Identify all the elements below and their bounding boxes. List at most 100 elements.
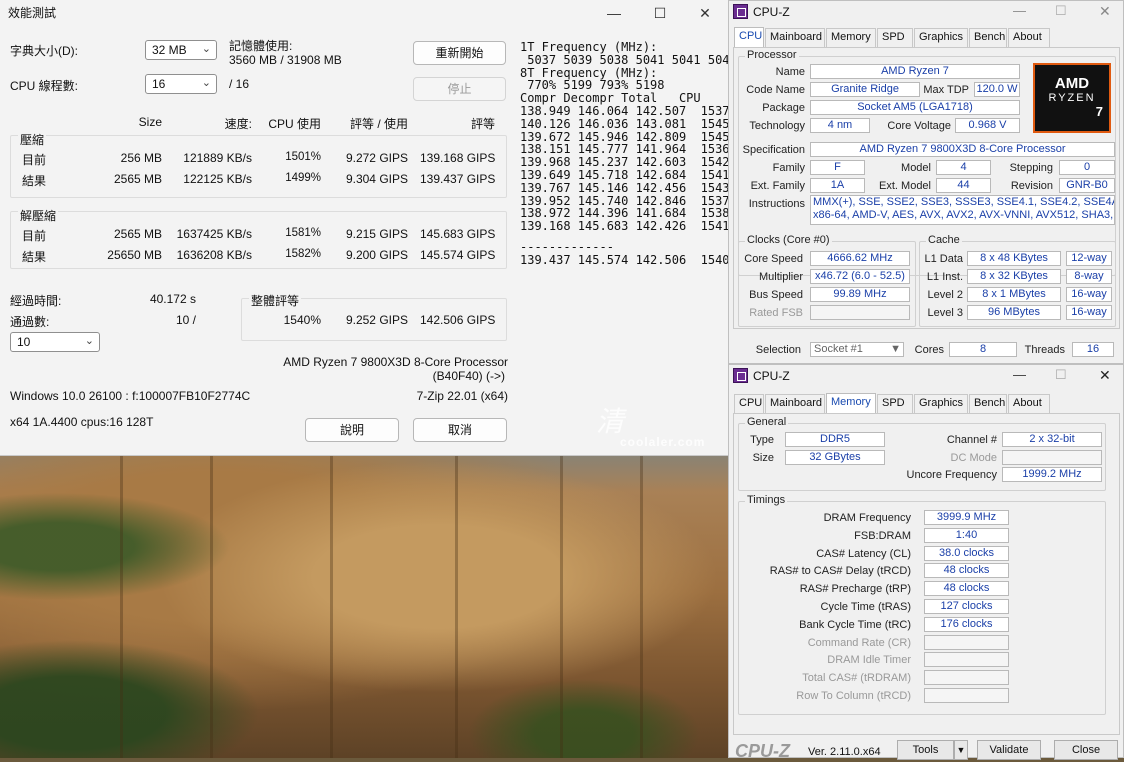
passes-value: 10 / <box>175 313 196 327</box>
timing-label: Total CAS# (tRDRAM) <box>802 672 911 685</box>
restart-button[interactable]: 重新開始 <box>413 41 506 65</box>
tab-memory[interactable]: Memory <box>826 28 876 47</box>
size-label: Size <box>752 452 774 464</box>
decompress-row-label: 目前 <box>22 229 47 243</box>
compress-row-label: 目前 <box>22 153 47 167</box>
l1i-field: 8 x 32 KBytes <box>967 269 1061 284</box>
cores-label: Cores <box>914 344 944 356</box>
passes-combo-value: 10 <box>17 335 31 349</box>
compress-row-label: 結果 <box>22 174 47 188</box>
threads-combo[interactable]: 16 ⌄ <box>145 74 217 94</box>
name-field: AMD Ryzen 7 <box>810 64 1020 79</box>
ratedfsb-label: Rated FSB <box>749 307 803 319</box>
busspeed-field: 99.89 MHz <box>810 287 910 302</box>
timing-value: 3999.9 MHz <box>924 510 1009 525</box>
compress-rating-cell: 139.437 GIPS <box>420 172 496 186</box>
corevoltage-field: 0.968 V <box>955 118 1020 133</box>
close-app-button[interactable]: Close <box>1054 740 1118 760</box>
package-label: Package <box>762 102 805 114</box>
benchmark-window: 效能測試 — ☐ ✕ 字典大小(D): 32 MB ⌄ CPU 線程數: 16 ⌄ … <box>0 0 773 456</box>
cpu-name: AMD Ryzen 7 9800X3D 8-Core Processor <box>283 355 508 369</box>
timing-value <box>924 652 1009 668</box>
model-field: 4 <box>936 160 991 175</box>
compress-speed-cell: 122125 KB/s <box>183 172 252 186</box>
tab-cpu[interactable]: CPU <box>734 394 764 413</box>
minimize-button[interactable]: — <box>1013 3 1026 18</box>
cpu-id: (B40F40) (->) <box>432 369 505 383</box>
decompress-speed-cell: 1636208 KB/s <box>176 248 252 262</box>
chevron-down-icon: ▼ <box>890 343 901 355</box>
compress-label: 壓縮 <box>18 131 47 148</box>
cancel-button[interactable]: 取消 <box>413 418 507 442</box>
size-field: 32 GBytes <box>785 450 885 465</box>
passes-combo[interactable]: 10 ⌄ <box>10 332 100 352</box>
elapsed-label: 經過時間: <box>10 294 62 308</box>
busspeed-label: Bus Speed <box>749 289 803 301</box>
family-field: F <box>810 160 865 175</box>
chevron-down-icon: ⌄ <box>201 43 211 55</box>
channel-label: Channel # <box>946 434 997 446</box>
type-field: DDR5 <box>785 432 885 447</box>
dcmode-label: DC Mode <box>950 452 997 464</box>
watermark-text: coolaler.com <box>620 435 706 449</box>
maximize-button[interactable]: ☐ <box>638 2 682 24</box>
timing-value: 48 clocks <box>924 563 1009 579</box>
timing-label: Cycle Time (tRAS) <box>820 601 911 613</box>
tab-about[interactable]: About <box>1008 28 1050 47</box>
model-label: Model <box>901 162 931 174</box>
tab-bench[interactable]: Bench <box>969 394 1007 413</box>
validate-button[interactable]: Validate <box>977 740 1041 760</box>
l1i-way: 8-way <box>1066 269 1112 284</box>
cpuz-titlebar: CPU-Z — ☐ ✕ <box>729 365 1123 387</box>
tab-spd[interactable]: SPD <box>877 394 913 413</box>
timing-value <box>924 634 1009 650</box>
compress-rpu-cell: 9.304 GIPS <box>345 172 408 186</box>
cpuz-app-icon <box>733 4 748 19</box>
close-button[interactable]: ✕ <box>1099 367 1111 384</box>
total-rpu: 9.252 GIPS <box>345 313 408 327</box>
timing-label: CAS# Latency (CL) <box>816 547 911 560</box>
decompress-size-cell: 2565 MB <box>113 227 162 241</box>
tools-button[interactable]: Tools <box>897 740 954 760</box>
instructions-line-2: x86-64, AMD-V, AES, AVX, AVX2, AVX-VNNI,… <box>813 209 1114 221</box>
technology-label: Technology <box>749 120 805 132</box>
close-button[interactable]: ✕ <box>1099 3 1111 20</box>
selection-label: Selection <box>755 344 801 356</box>
help-button[interactable]: 說明 <box>305 418 399 442</box>
os-info: Windows 10.0 26100 : f:100007FB10F2774C <box>10 389 251 403</box>
tab-about[interactable]: About <box>1008 394 1050 413</box>
maximize-button[interactable]: ☐ <box>1055 367 1067 383</box>
minimize-button[interactable]: — <box>1013 367 1026 382</box>
close-button[interactable]: ✕ <box>683 2 727 24</box>
timing-label: RAS# to CAS# Delay (tRCD) <box>769 565 911 578</box>
l1d-field: 8 x 48 KBytes <box>967 251 1061 266</box>
cpuz-title: CPU-Z <box>753 5 790 19</box>
l1i-label: L1 Inst. <box>926 271 963 283</box>
log-line: 139.168 145.683 142.426 1541% <box>520 219 737 234</box>
tab-mainboard[interactable]: Mainboard <box>765 394 825 413</box>
tab-spd[interactable]: SPD <box>877 28 913 47</box>
logo-series: RYZEN <box>1048 92 1096 104</box>
dict-size-combo[interactable]: 32 MB ⌄ <box>145 40 217 60</box>
chevron-down-icon: ⌄ <box>84 335 94 347</box>
ratedfsb-field <box>810 305 910 320</box>
clocks-group-label: Clocks (Core #0) <box>745 234 832 246</box>
memory-usage-label: 記憶體使用: <box>229 39 293 53</box>
tab-mainboard[interactable]: Mainboard <box>765 28 825 47</box>
tab-cpu[interactable]: CPU <box>734 27 764 48</box>
tab-memory[interactable]: Memory <box>826 393 876 414</box>
tab-graphics[interactable]: Graphics <box>914 394 968 413</box>
cache-group-label: Cache <box>926 234 962 246</box>
elapsed-value: 40.172 s <box>149 292 196 306</box>
minimize-button[interactable]: — <box>592 2 636 24</box>
tab-bench[interactable]: Bench <box>969 28 1007 47</box>
selection-combo[interactable]: Socket #1 ▼ <box>810 342 904 357</box>
cpuz-cpu-window: CPU-Z — ☐ ✕ CPU Mainboard Memory SPD Graphic… <box>728 0 1124 364</box>
maximize-button[interactable]: ☐ <box>1055 3 1067 19</box>
tab-graphics[interactable]: Graphics <box>914 28 968 47</box>
col-size: Size <box>138 115 162 129</box>
tools-dropdown-icon[interactable]: ▼ <box>954 740 968 760</box>
timing-value: 1:40 <box>924 527 1009 543</box>
total-rating: 142.506 GIPS <box>420 313 496 327</box>
stop-button[interactable]: 停止 <box>413 77 506 101</box>
